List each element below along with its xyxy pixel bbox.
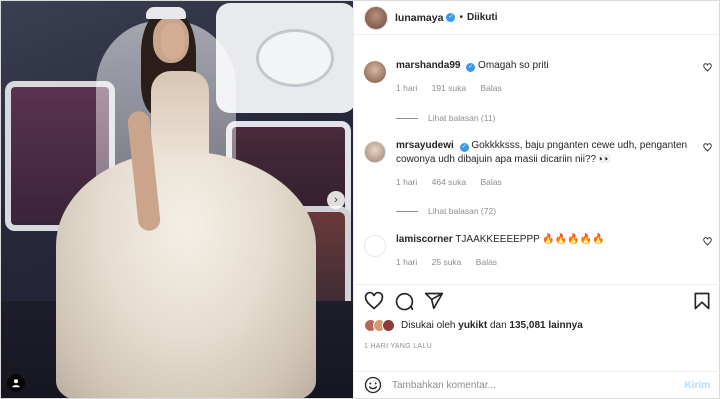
separator: • — [459, 12, 463, 23]
comment-time[interactable]: 1 hari — [396, 83, 417, 93]
likes-summary[interactable]: Disukai oleh yukikt dan 135,081 lainnya — [364, 319, 583, 332]
comment-item: marshanda99 ✓ Omagah so priti 1 hari 191… — [364, 59, 714, 95]
reply-button[interactable]: Balas — [481, 83, 502, 93]
chevron-right-icon: › — [334, 194, 338, 206]
bodice — [151, 71, 209, 171]
reply-button[interactable]: Balas — [476, 257, 497, 267]
action-bar — [354, 284, 720, 314]
likes-text: Disukai oleh yukikt dan 135,081 lainnya — [401, 320, 583, 331]
comment-username[interactable]: marshanda99 — [396, 60, 460, 71]
comment-username[interactable]: lamiscorner — [396, 234, 453, 245]
likes-connector: dan — [489, 320, 507, 331]
comment-likes[interactable]: 464 suka — [432, 177, 467, 187]
comment-likes[interactable]: 25 suka — [432, 257, 462, 267]
comment-time[interactable]: 1 hari — [396, 177, 417, 187]
verified-icon: ✓ — [459, 143, 469, 152]
likes-prefix: Disukai oleh — [401, 320, 456, 331]
view-replies-label: Lihat balasan (11) — [428, 113, 496, 123]
post-modal: › lunamaya ✓ • Diikuti marshanda99 ✓ Oma… — [0, 0, 720, 399]
tiara — [146, 7, 186, 19]
heart-icon[interactable] — [364, 291, 384, 311]
user-tag-button[interactable] — [7, 374, 25, 392]
comment-list[interactable]: marshanda99 ✓ Omagah so priti 1 hari 191… — [354, 35, 720, 279]
comment-composer: Kirim — [354, 371, 720, 398]
send-button[interactable]: Kirim — [684, 380, 710, 391]
post-photo[interactable]: › — [1, 1, 353, 398]
comment-text: TJAAKKEEEEPPP 🔥🔥🔥🔥🔥 — [455, 234, 605, 245]
comment-meta: 1 hari 25 suka Balas — [396, 255, 714, 269]
comment-item: lamiscorner TJAAKKEEEEPPP 🔥🔥🔥🔥🔥 1 hari 2… — [364, 233, 714, 269]
heart-icon[interactable] — [703, 143, 712, 152]
next-photo-button[interactable]: › — [327, 191, 345, 209]
post-timestamp[interactable]: 1 HARI YANG LALU — [364, 343, 432, 350]
comment-item: mrsayudewi ✓ Gokkkksss, baju pnganten ce… — [364, 139, 714, 189]
comment-text: Omagah so priti — [478, 60, 549, 71]
view-replies-label: Lihat balasan (72) — [428, 206, 497, 216]
follow-button[interactable]: Diikuti — [467, 12, 498, 23]
comment-time[interactable]: 1 hari — [396, 257, 417, 267]
stage-logo — [256, 29, 334, 87]
comment-likes[interactable]: 191 suka — [432, 83, 467, 93]
comment-username[interactable]: mrsayudewi — [396, 140, 454, 151]
share-icon[interactable] — [424, 291, 444, 311]
view-replies-button[interactable]: Lihat balasan (11) — [396, 113, 495, 123]
view-replies-button[interactable]: Lihat balasan (72) — [396, 206, 496, 216]
author-username[interactable]: lunamaya — [395, 12, 443, 24]
avatar[interactable] — [364, 61, 386, 83]
reply-button[interactable]: Balas — [481, 177, 502, 187]
post-header: lunamaya ✓ • Diikuti — [354, 1, 719, 35]
heart-icon[interactable] — [703, 63, 712, 72]
avatar[interactable] — [364, 5, 388, 30]
verified-icon: ✓ — [446, 13, 456, 22]
bookmark-icon[interactable] — [692, 291, 712, 311]
comment-icon[interactable] — [394, 291, 414, 311]
heart-icon[interactable] — [703, 237, 712, 246]
likes-count[interactable]: 135,081 lainnya — [509, 320, 582, 331]
post-side-panel: lunamaya ✓ • Diikuti marshanda99 ✓ Omaga… — [353, 1, 720, 398]
emoji-icon[interactable] — [364, 376, 382, 394]
comment-input[interactable] — [392, 379, 685, 391]
divider — [396, 117, 418, 119]
verified-icon: ✓ — [466, 63, 476, 72]
user-tag-icon — [12, 379, 20, 388]
comment-meta: 1 hari 464 suka Balas — [396, 175, 700, 189]
comment-meta: 1 hari 191 suka Balas — [396, 81, 714, 95]
avatar[interactable] — [364, 141, 386, 163]
likes-first-user[interactable]: yukikt — [458, 320, 487, 331]
avatar[interactable] — [364, 235, 386, 257]
divider — [396, 210, 418, 212]
wedding-gown — [56, 151, 316, 398]
avatar — [382, 319, 395, 332]
face — [161, 23, 185, 59]
